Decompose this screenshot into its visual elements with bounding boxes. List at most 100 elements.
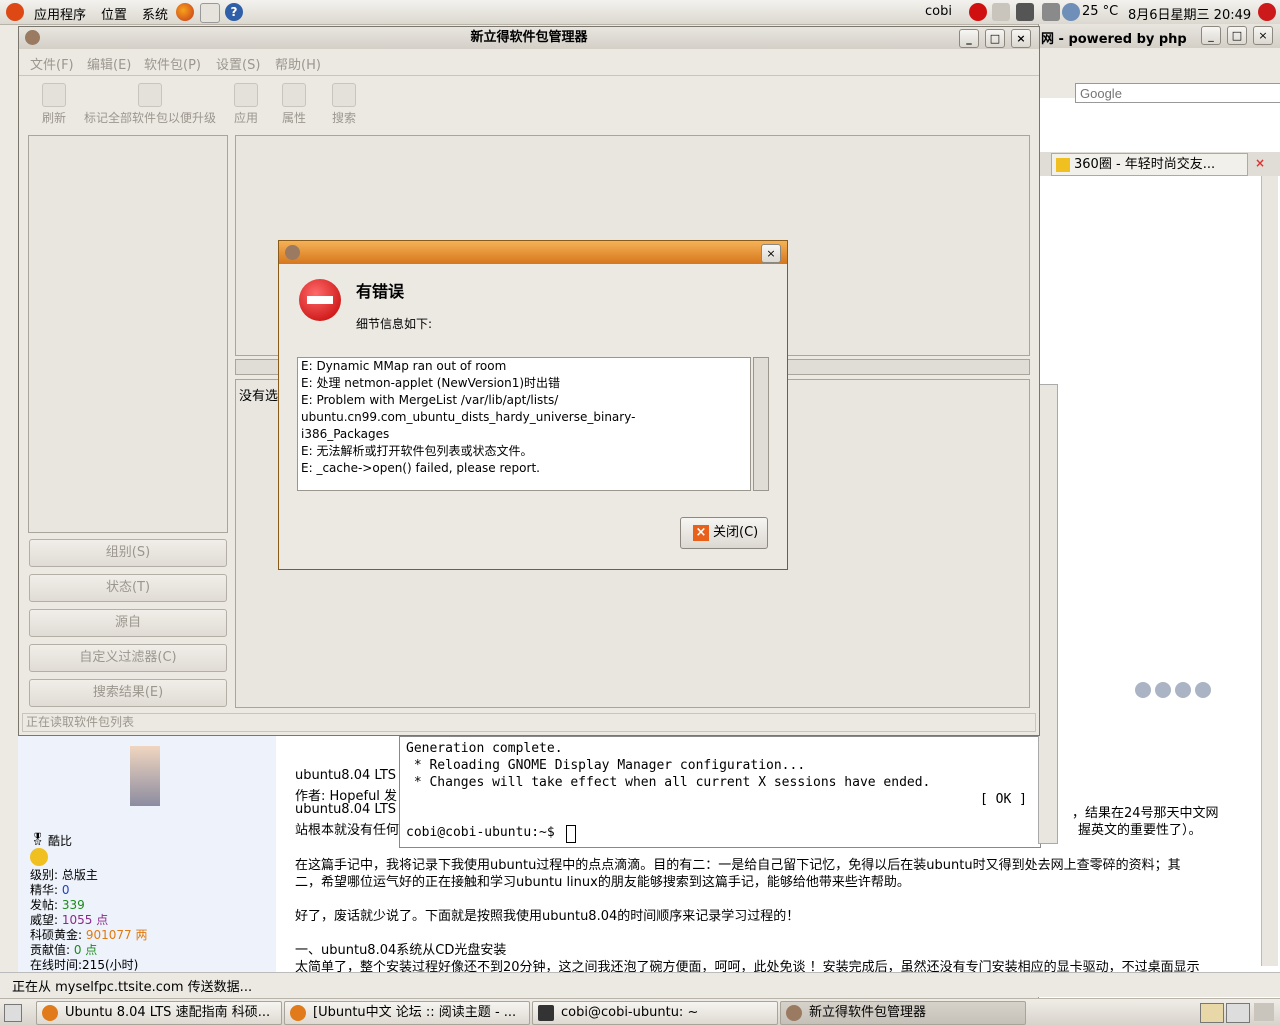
mark-upgrades-button[interactable]: 标记全部软件包以便升级 xyxy=(77,83,223,126)
synaptic-title: 新立得软件包管理器 xyxy=(470,30,588,45)
post-line: ubuntu8.04 LTS xyxy=(295,802,397,817)
reload-button[interactable]: 刷新 xyxy=(37,83,71,126)
user-name: cobi xyxy=(925,4,952,19)
close-button-label: 关闭(C) xyxy=(713,525,759,540)
menu-applications[interactable]: 应用程序 xyxy=(34,4,86,23)
synaptic-minimize-button[interactable]: _ xyxy=(959,29,979,48)
rate-icon[interactable] xyxy=(1175,682,1191,698)
show-desktop-icon[interactable] xyxy=(4,1004,22,1022)
search-button[interactable]: 搜索 xyxy=(327,83,361,126)
weather-temperature[interactable]: 25 °C xyxy=(1082,4,1118,19)
terminal-cursor xyxy=(566,825,576,843)
task-terminal[interactable]: cobi@cobi-ubuntu: ~ xyxy=(532,1001,778,1025)
search-input[interactable] xyxy=(1075,83,1280,103)
filter-sections-button[interactable]: 组别(S) xyxy=(29,539,227,567)
checkmark-icon xyxy=(234,83,258,107)
post-line: 站根本就没有任何 xyxy=(295,823,400,838)
printer-icon[interactable] xyxy=(992,3,1010,21)
firefox-maximize-button[interactable]: □ xyxy=(1227,26,1247,45)
rate-icon[interactable] xyxy=(1195,682,1211,698)
terminal-prompt[interactable]: cobi@cobi-ubuntu:~$ xyxy=(406,825,563,840)
synaptic-titlebar: 新立得软件包管理器 _ □ × xyxy=(19,27,1039,49)
workspace-1[interactable] xyxy=(1200,1003,1224,1023)
user-rank-icon: 🎖 xyxy=(30,832,46,846)
tab-label: 360圈 - 年轻时尚交友... xyxy=(1074,157,1216,172)
properties-button[interactable]: 属性 xyxy=(277,83,311,126)
network-icon[interactable] xyxy=(1016,3,1034,21)
task-firefox-2[interactable]: [Ubuntu中文 论坛 :: 阅读主题 - ... xyxy=(284,1001,530,1025)
update-error-icon[interactable] xyxy=(969,3,987,21)
emoticon-row xyxy=(1135,682,1235,702)
filter-status-button[interactable]: 状态(T) xyxy=(29,574,227,602)
firefox-minimize-button[interactable]: _ xyxy=(1201,26,1221,45)
power-icon[interactable] xyxy=(1258,3,1276,21)
terminal-scrollbar[interactable] xyxy=(1038,384,1058,844)
clock[interactable]: 8月6日星期三 20:49 xyxy=(1128,4,1251,23)
filter-custom-button[interactable]: 自定义过滤器(C) xyxy=(29,644,227,672)
rate-icon[interactable] xyxy=(1135,682,1151,698)
user-stat-value: 339 xyxy=(61,898,85,912)
synaptic-close-button[interactable]: × xyxy=(1011,29,1031,48)
firefox-icon xyxy=(42,1005,58,1021)
synaptic-maximize-button[interactable]: □ xyxy=(985,29,1005,48)
no-selection-text: 没有选 xyxy=(239,389,279,404)
task-synaptic[interactable]: 新立得软件包管理器 xyxy=(780,1001,1026,1025)
error-line: i386_Packages xyxy=(301,427,390,441)
bottom-panel: Ubuntu 8.04 LTS 速配指南 科硕... [Ubuntu中文 论坛 … xyxy=(0,998,1280,1025)
volume-icon[interactable] xyxy=(1042,3,1060,21)
firefox-status-text: 正在从 myselfpc.ttsite.com 传送数据... xyxy=(12,980,253,995)
error-icon xyxy=(299,279,341,321)
rate-icon[interactable] xyxy=(1155,682,1171,698)
firefox-titlebar: 网 - powered by php _ □ × xyxy=(1039,24,1280,48)
help-icon[interactable]: ? xyxy=(225,3,243,21)
synaptic-status-text: 正在读取软件包列表 xyxy=(26,715,135,729)
post-paragraph: 好了，废话就少说了。下面就是按照我使用ubuntu8.04的时间顺序来记录学习过… xyxy=(295,909,800,924)
menu-help[interactable]: 帮助(H) xyxy=(275,54,321,73)
user-name[interactable]: 酷比 xyxy=(48,832,72,849)
menu-settings[interactable]: 设置(S) xyxy=(216,54,260,73)
error-details-scrollbar[interactable] xyxy=(753,357,769,491)
firefox-close-button[interactable]: × xyxy=(1253,26,1273,45)
post-title: ubuntu8.04 LTS xyxy=(295,768,397,783)
user-stat-value: 0 xyxy=(61,883,70,897)
post-paragraph: 二，希望哪位运气好的正在接触和学习ubuntu linux的朋友能够搜索到这篇手… xyxy=(295,875,910,890)
filter-search-results-button[interactable]: 搜索结果(E) xyxy=(29,679,227,707)
error-line: E: Problem with MergeList /var/lib/apt/l… xyxy=(301,393,559,407)
filter-origin-button[interactable]: 源自 xyxy=(29,609,227,637)
menu-system[interactable]: 系统 xyxy=(142,4,168,23)
user-stat-label: 科硕黄金: xyxy=(30,928,86,942)
user-stat-value: 901077 两 xyxy=(85,928,148,942)
ubuntu-logo-icon[interactable] xyxy=(6,3,24,21)
menu-places[interactable]: 位置 xyxy=(101,4,127,23)
user-stat-label: 精华: xyxy=(30,883,62,897)
dialog-close-button[interactable]: × xyxy=(761,244,781,263)
post-line: 握英文的重要性了）。 xyxy=(1078,823,1202,838)
synaptic-statusbar: 正在读取软件包列表 xyxy=(22,713,1036,732)
terminal-window[interactable]: Generation complete. * Reloading GNOME D… xyxy=(399,736,1041,848)
menu-file[interactable]: 文件(F) xyxy=(30,54,74,73)
terminal-icon xyxy=(538,1005,554,1021)
mail-launcher-icon[interactable] xyxy=(200,3,220,23)
close-button[interactable]: × 关闭(C) xyxy=(680,517,768,549)
menu-package[interactable]: 软件包(P) xyxy=(144,54,201,73)
tab-360[interactable]: 360圈 - 年轻时尚交友... xyxy=(1051,153,1248,176)
firefox-scrollbar[interactable] xyxy=(1261,176,1278,966)
user-stat-value: 0 点 xyxy=(73,943,98,957)
trash-icon[interactable] xyxy=(1254,1003,1274,1021)
tab-favicon-icon xyxy=(1056,157,1070,172)
firefox-icon xyxy=(290,1005,306,1021)
firefox-tabbar: 360圈 - 年轻时尚交友... × xyxy=(1039,152,1280,176)
task-firefox-1[interactable]: Ubuntu 8.04 LTS 速配指南 科硕... xyxy=(36,1001,282,1025)
medal-icon xyxy=(30,848,48,866)
weather-icon[interactable] xyxy=(1062,3,1080,21)
apply-button[interactable]: 应用 xyxy=(229,83,263,126)
category-list[interactable] xyxy=(28,135,228,533)
tab-close-icon[interactable]: × xyxy=(1255,156,1265,170)
error-dialog: × 有错误 细节信息如下: E: Dynamic MMap ran out of… xyxy=(278,240,788,570)
menu-edit[interactable]: 编辑(E) xyxy=(87,54,131,73)
error-details[interactable]: E: Dynamic MMap ran out of room E: 处理 ne… xyxy=(297,357,751,491)
firefox-title: 网 - powered by php xyxy=(1041,32,1187,47)
firefox-launcher-icon[interactable] xyxy=(176,3,194,21)
workspace-2[interactable] xyxy=(1226,1003,1250,1023)
user-stat-label: 贡献值: xyxy=(30,943,74,957)
